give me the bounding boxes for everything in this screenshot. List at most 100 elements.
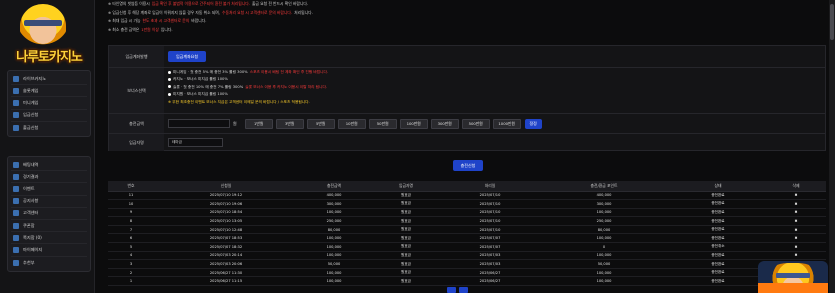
column-header: 충전금액 bbox=[298, 181, 370, 192]
amount-preset-button[interactable]: 50만원 bbox=[368, 118, 397, 129]
sidebar-item[interactable]: 공지사항 bbox=[11, 196, 87, 208]
headband-icon bbox=[24, 20, 62, 26]
sidebar-item[interactable]: 경기결과 bbox=[11, 171, 87, 184]
table-cell: 2025/07/03 bbox=[442, 259, 538, 269]
sidebar-item[interactable]: 슬롯게임 bbox=[11, 85, 87, 98]
notice-tail: 바랍니다. bbox=[191, 18, 207, 24]
table-cell: 100,000 bbox=[298, 242, 370, 252]
table-cell: 100,000 bbox=[298, 276, 370, 287]
bonus-option[interactable]: 미지원 · 보너스 미지급 롤링 100% bbox=[168, 92, 328, 97]
depositor-label: 입금자명 bbox=[109, 134, 164, 151]
page-button[interactable] bbox=[459, 287, 468, 293]
table-cell: 100,000 bbox=[538, 251, 670, 261]
delete-icon[interactable]: ✖ bbox=[766, 208, 826, 218]
delete-icon[interactable]: ✖ bbox=[766, 191, 826, 201]
sidebar: 나루토카지노 라이브카지노 슬롯게임 미니게임입금신청출금신청 배팅내역 경기결과 이벤… bbox=[0, 0, 95, 293]
sidebar-item[interactable]: 입금신청 bbox=[11, 110, 87, 122]
table-cell: 원호금 bbox=[370, 191, 442, 201]
character-jacket bbox=[758, 283, 828, 293]
bonus-option[interactable]: 슬롯 · 첫 충전 10% 매 충전 7% 롤링 300% 슬롯 보너스 이용 … bbox=[168, 85, 328, 90]
table-cell: 300,000 bbox=[298, 199, 370, 209]
scrollbar-thumb[interactable] bbox=[830, 4, 834, 40]
bonus-event-note: ※ 무한 최초충전 이벤트 보너스 지급은 고객센터 이메일 문의 바랍니다 /… bbox=[168, 99, 310, 104]
table-cell: 400,000 bbox=[538, 191, 670, 201]
gamepad-icon bbox=[13, 99, 19, 106]
notice-tail: 출금 요청 전 반드시 확인 바랍니다. bbox=[251, 1, 309, 7]
table-cell: 원호금 bbox=[370, 199, 442, 209]
delete-icon[interactable]: ✖ bbox=[766, 216, 826, 226]
table-cell: 2025/06/27 11:30 bbox=[154, 268, 298, 278]
sidebar-item[interactable]: 미니게임 bbox=[11, 97, 87, 110]
delete-icon[interactable]: ✖ bbox=[766, 225, 826, 235]
sidebar-item[interactable]: 고객센터 bbox=[11, 208, 87, 220]
sidebar-item[interactable]: 출금신청 bbox=[11, 122, 87, 134]
table-row: 7 2025/07/10 12:48 80,000 원호금 2025/07/10 80,0… bbox=[108, 225, 826, 235]
sidebar-item[interactable]: 라이브카지노 bbox=[11, 73, 87, 86]
character-badge-image[interactable] bbox=[758, 261, 828, 293]
table-cell: 80,000 bbox=[538, 225, 670, 235]
request-account-button[interactable]: 입금계좌요청 bbox=[168, 51, 206, 62]
table-cell: 2025/07/10 bbox=[442, 199, 538, 209]
table-cell: 충전완료 bbox=[670, 268, 766, 278]
delete-icon[interactable]: ✖ bbox=[766, 242, 826, 252]
amount-preset-button[interactable]: 1만원 bbox=[244, 118, 273, 129]
table-cell: 2025/07/10 19:12 bbox=[154, 191, 298, 201]
delete-icon[interactable]: ✖ bbox=[766, 199, 826, 209]
bonus-option[interactable]: 카지노 · 보너스 미지급 롤링 100% bbox=[168, 77, 328, 82]
depositor-input[interactable]: 테마금 bbox=[168, 138, 223, 147]
table-cell: 충전완료 bbox=[670, 233, 766, 244]
sidebar-item-label: 이벤트 bbox=[23, 185, 35, 191]
amount-preset-button[interactable]: 500만원 bbox=[461, 118, 490, 129]
bonus-option[interactable]: ※ 무한 최초충전 이벤트 보너스 지급은 고객센터 이메일 문의 바랍니다 /… bbox=[168, 100, 328, 105]
table-row: 2 2025/06/27 11:30 100,000 원호금 2025/06/27 100… bbox=[108, 268, 826, 278]
table-cell: 2025/07/10 13:05 bbox=[154, 216, 298, 226]
notice-list: ※ 타인명의 빗썸등 이용시 입금 확인 후 불법적 이용으로 간주되어 환전 … bbox=[108, 0, 820, 36]
sidebar-item[interactable]: 추천부 bbox=[11, 257, 87, 269]
table-cell: 충전완료 bbox=[670, 259, 766, 269]
radio-icon[interactable] bbox=[168, 92, 171, 96]
sidebar-item[interactable]: 마이페이지 bbox=[11, 244, 87, 257]
account-row: 입금계좌발행 입금계좌요청 bbox=[109, 46, 825, 68]
page-scrollbar[interactable] bbox=[829, 0, 835, 293]
deposit-history-table: 번호 신청일 충전금액 입금자명 처리일 충전/환금 포인트 상태 삭제 11 2025/07/… bbox=[108, 181, 826, 287]
radio-icon[interactable] bbox=[168, 77, 171, 81]
bonus-option[interactable]: 미니게임 · 첫 충전 5% 매 충전 3% 롤링 300% 스포츠 이용시 배… bbox=[168, 70, 328, 75]
amount-preset-button[interactable]: 1000만원 bbox=[492, 118, 521, 129]
submit-deposit-button[interactable]: 충전신청 bbox=[453, 160, 483, 171]
radio-icon[interactable] bbox=[168, 85, 171, 89]
sidebar-item[interactable]: 쪽지함 (0) bbox=[11, 232, 87, 245]
sidebar-item[interactable]: 배팅내역 bbox=[11, 159, 87, 172]
table-cell: 100,000 bbox=[298, 251, 370, 261]
table-cell: 2025/07/10 12:48 bbox=[154, 225, 298, 235]
coupon-icon bbox=[13, 222, 19, 229]
column-header: 번호 bbox=[108, 181, 154, 192]
table-cell: 원호금 bbox=[370, 251, 442, 261]
column-header: 신청일 bbox=[154, 181, 298, 192]
table-cell: 2025/06/27 11:15 bbox=[154, 276, 298, 287]
amount-preset-button[interactable]: 3만원 bbox=[275, 118, 304, 129]
radio-icon[interactable] bbox=[168, 70, 171, 74]
amount-preset-button[interactable]: 300만원 bbox=[430, 118, 459, 129]
amount-input[interactable] bbox=[168, 119, 230, 128]
reset-amount-button[interactable]: 정정 bbox=[524, 118, 542, 129]
amount-label: 충전금액 bbox=[109, 114, 164, 133]
sidebar-item[interactable]: 쿠폰함 bbox=[11, 220, 87, 233]
notice-text: ※ 최소 충전 금액은 bbox=[108, 27, 140, 33]
sidebar-item-label: 미니게임 bbox=[23, 99, 39, 105]
bonus-label: 보너스선택 bbox=[109, 68, 164, 113]
table-cell: 원호금 bbox=[370, 233, 442, 244]
amount-preset-button[interactable]: 10만원 bbox=[337, 118, 366, 129]
amount-preset-button[interactable]: 5만원 bbox=[306, 118, 335, 129]
sidebar-item-label: 입금신청 bbox=[23, 112, 39, 118]
bonus-option-label: 슬롯 · 첫 충전 10% 매 충전 7% 롤링 300% bbox=[173, 84, 244, 89]
sidebar-item[interactable]: 이벤트 bbox=[11, 183, 87, 196]
amount-preset-button[interactable]: 100만원 bbox=[399, 118, 428, 129]
brand-logo[interactable]: 나루토카지노 bbox=[2, 2, 92, 65]
delete-icon[interactable]: ✖ bbox=[766, 233, 826, 244]
table-cell: 충전완료 bbox=[670, 276, 766, 287]
table-cell: 11 bbox=[108, 191, 154, 201]
delete-icon[interactable]: ✖ bbox=[766, 251, 826, 261]
page-button[interactable] bbox=[447, 287, 456, 293]
table-row: 9 2025/07/10 18:54 100,000 원호금 2025/07/10 100… bbox=[108, 208, 826, 218]
table-cell: 5 bbox=[108, 242, 154, 252]
